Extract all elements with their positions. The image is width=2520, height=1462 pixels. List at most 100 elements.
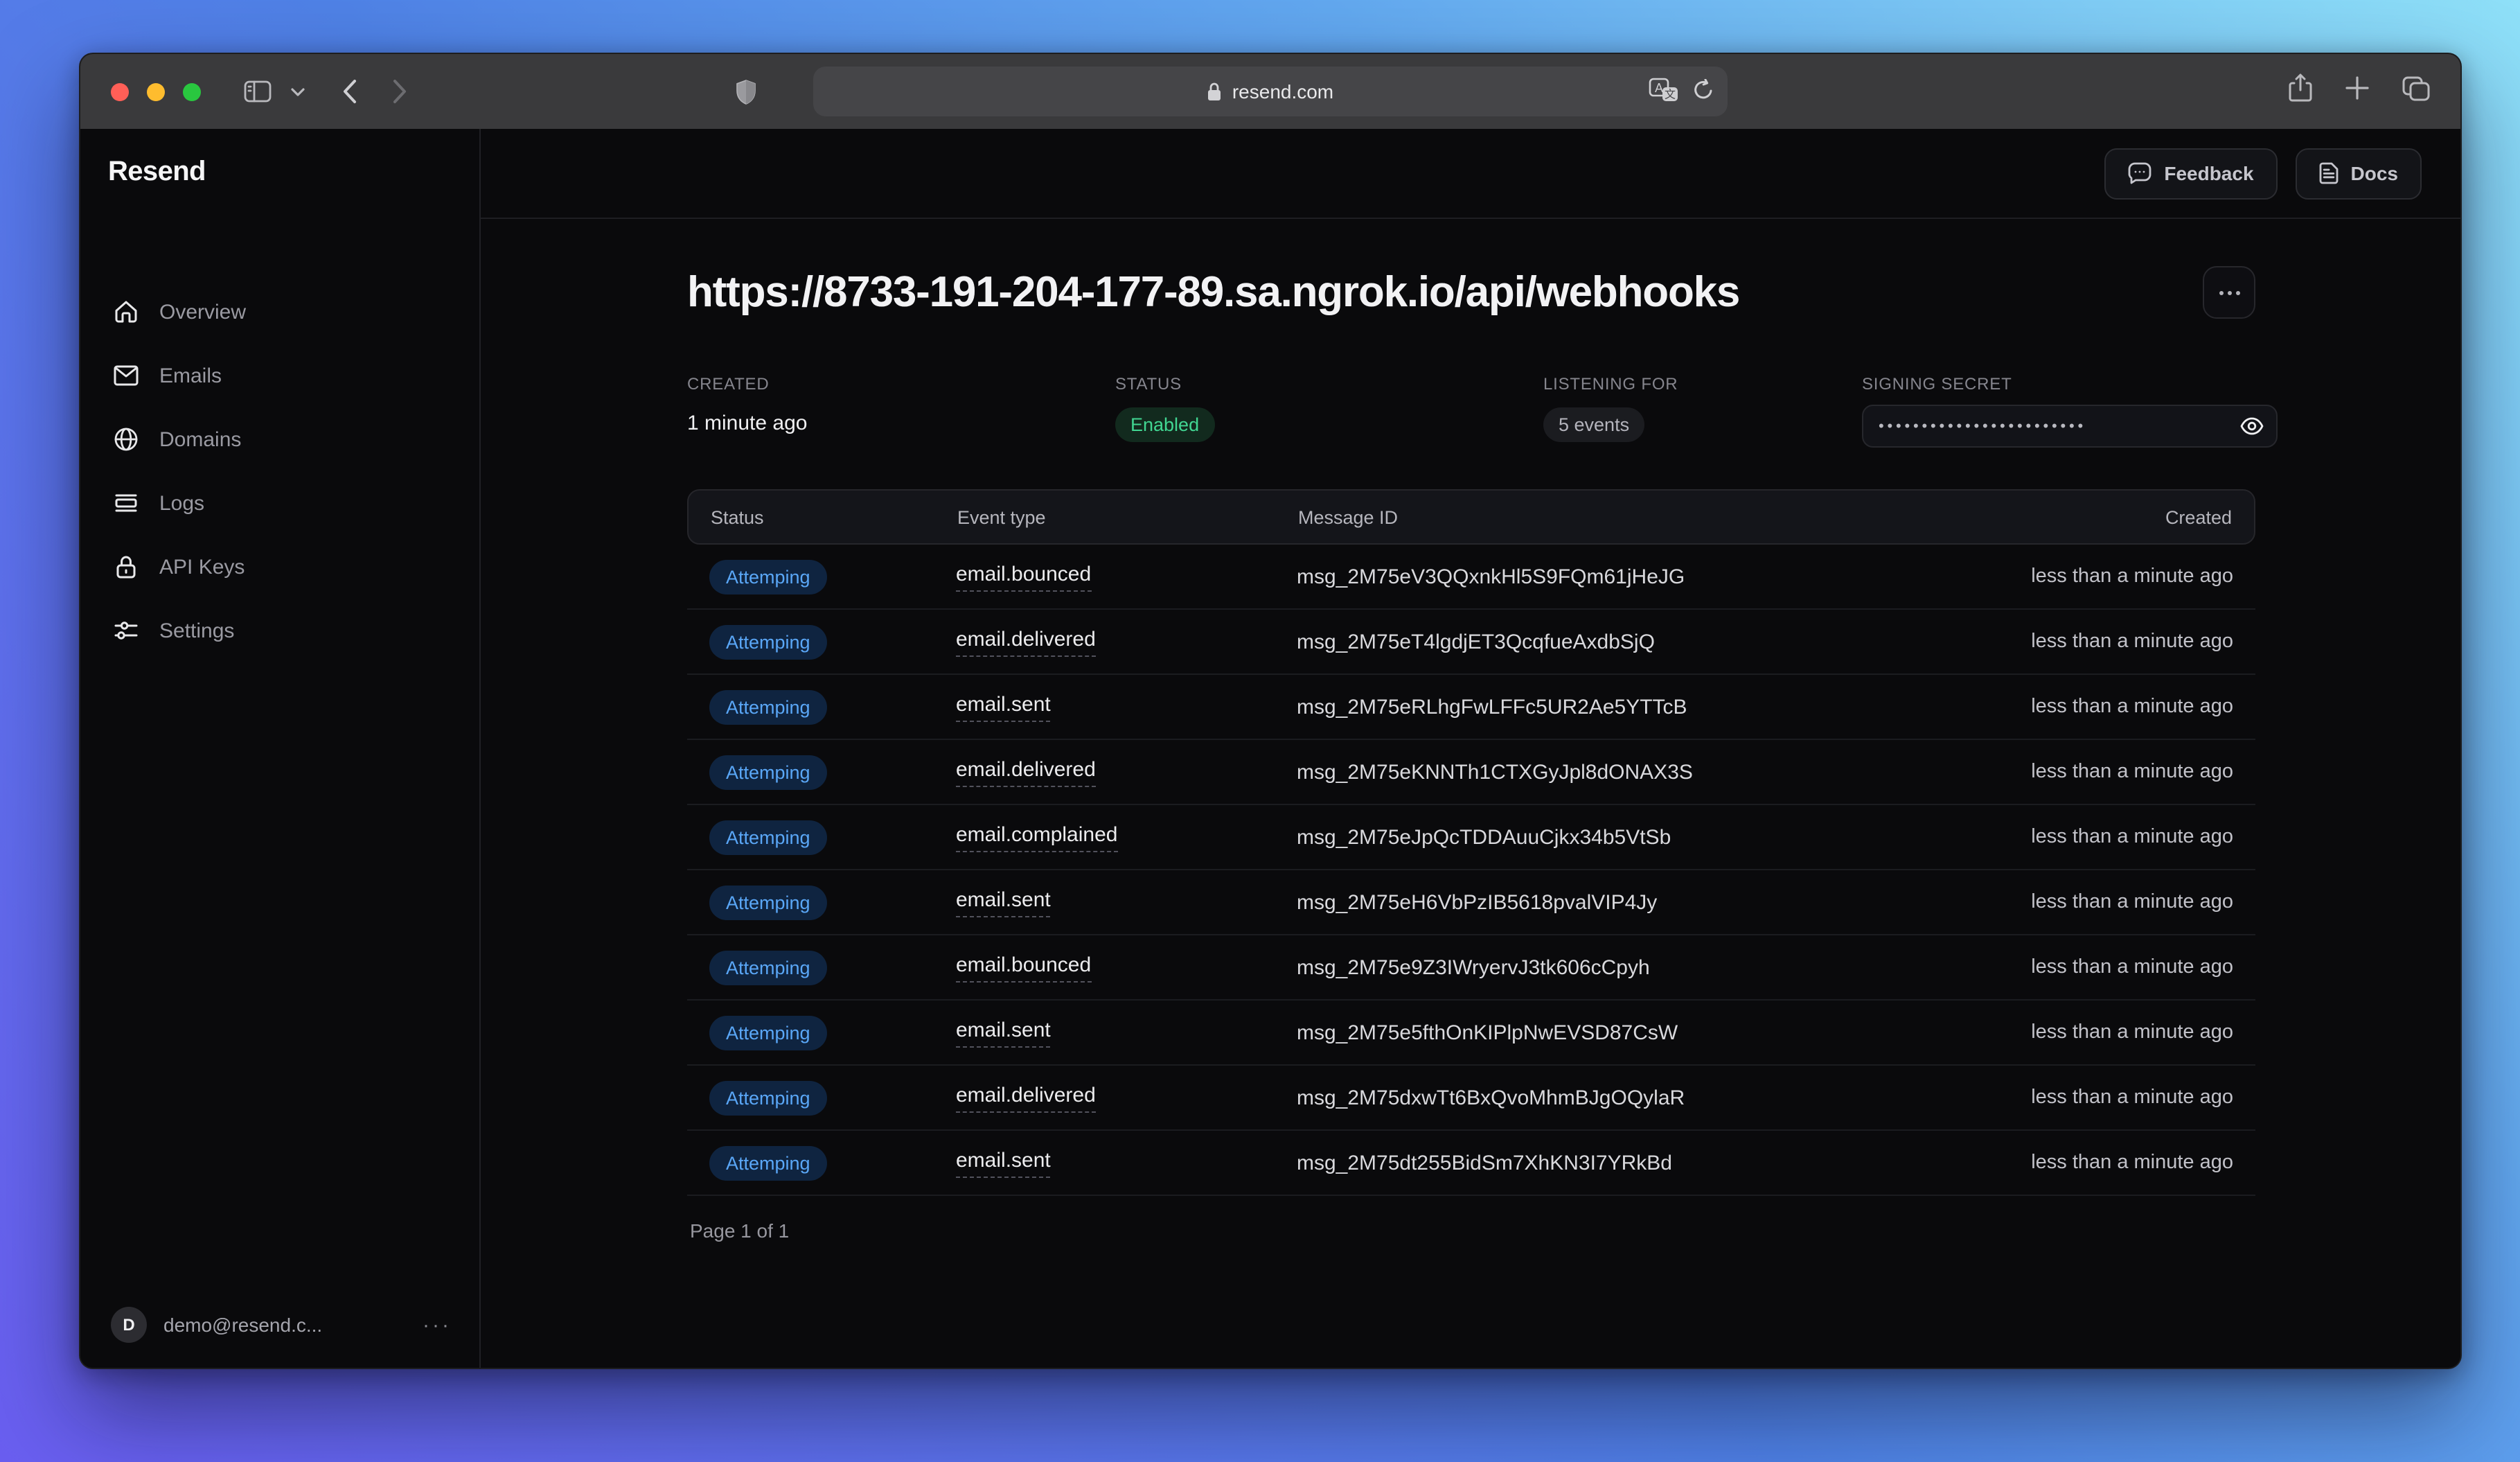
message-id: msg_2M75e5fthOnKIPlpNwEVSD87CsW (1297, 1021, 1915, 1044)
attempt-status-badge: Attemping (709, 950, 827, 985)
table-row[interactable]: Attemping email.sent msg_2M75eRLhgFwLFFc… (687, 675, 2255, 740)
col-created: Created (1913, 507, 2232, 527)
message-id: msg_2M75eT4lgdjET3QcqfueAxdbSjQ (1297, 630, 1915, 653)
table-row[interactable]: Attemping email.sent msg_2M75dt255BidSm7… (687, 1131, 2255, 1196)
sidebar-item-logs[interactable]: Logs (80, 471, 479, 535)
signing-secret-field[interactable]: •••••••••••••••••••••••• (1862, 405, 2278, 448)
attempt-status-badge: Attemping (709, 689, 827, 724)
sidebar-item-api-keys[interactable]: API Keys (80, 535, 479, 599)
attempt-status-badge: Attemping (709, 1080, 827, 1115)
event-type[interactable]: email.sent (956, 692, 1051, 721)
event-type[interactable]: email.delivered (956, 757, 1096, 786)
table-row[interactable]: Attemping email.bounced msg_2M75e9Z3IWry… (687, 935, 2255, 1001)
event-type[interactable]: email.sent (956, 888, 1051, 917)
home-icon (114, 299, 139, 324)
created-value: 1 minute ago (687, 412, 1115, 435)
lock-icon (1207, 82, 1223, 101)
table-row[interactable]: Attemping email.delivered msg_2M75eKNNTh… (687, 740, 2255, 805)
docs-button[interactable]: Docs (2296, 148, 2422, 199)
sidebar-item-emails[interactable]: Emails (80, 344, 479, 407)
account-menu[interactable]: D demo@resend.c... ··· (80, 1307, 479, 1343)
created-at: less than a minute ago (1915, 1152, 2233, 1174)
browser-titlebar: resend.com A 文 (80, 54, 2460, 129)
event-type[interactable]: email.sent (956, 1018, 1051, 1047)
event-type[interactable]: email.delivered (956, 1083, 1096, 1112)
message-id: msg_2M75eJpQcTDDAuuCjkx34b5VtSb (1297, 825, 1915, 849)
table-row[interactable]: Attemping email.delivered msg_2M75dxwTt6… (687, 1066, 2255, 1131)
docs-label: Docs (2351, 162, 2398, 184)
sidebar-item-settings[interactable]: Settings (80, 599, 479, 662)
meta-status: STATUS Enabled (1115, 374, 1543, 442)
share-icon[interactable] (2289, 73, 2312, 109)
table-row[interactable]: Attemping email.delivered msg_2M75eT4lgd… (687, 610, 2255, 675)
created-at: less than a minute ago (1915, 761, 2233, 783)
logs-icon (114, 491, 139, 516)
address-bar[interactable]: resend.com A 文 (813, 67, 1728, 116)
zoom-window-button[interactable] (183, 82, 201, 100)
message-id: msg_2M75eKNNTh1CTXGyJpl8dONAX3S (1297, 760, 1915, 784)
privacy-shield-icon[interactable] (725, 71, 766, 112)
webhook-options-button[interactable] (2203, 266, 2255, 319)
sidebar-item-overview[interactable]: Overview (80, 280, 479, 344)
events-table: Status Event type Message ID Created Att… (687, 489, 2255, 1265)
tab-overview-icon[interactable] (2402, 76, 2430, 107)
table-row[interactable]: Attemping email.bounced msg_2M75eV3QQxnk… (687, 545, 2255, 610)
reload-icon[interactable] (1693, 78, 1714, 105)
event-type[interactable]: email.complained (956, 822, 1117, 852)
feedback-button[interactable]: Feedback (2104, 148, 2277, 199)
meta-created: CREATED 1 minute ago (687, 374, 1115, 435)
feedback-label: Feedback (2164, 162, 2253, 184)
message-id: msg_2M75e9Z3IWryervJ3tk606cCpyh (1297, 955, 1915, 979)
attempt-status-badge: Attemping (709, 624, 827, 659)
meta-label: STATUS (1115, 374, 1543, 394)
table-row[interactable]: Attemping email.sent msg_2M75e5fthOnKIPl… (687, 1001, 2255, 1066)
attempt-status-badge: Attemping (709, 1015, 827, 1050)
sidebar-item-domains[interactable]: Domains (80, 407, 479, 471)
back-button[interactable] (328, 71, 370, 112)
translate-icon[interactable]: A 文 (1649, 77, 1679, 106)
message-id: msg_2M75dxwTt6BxQvoMhmBJgOQylaR (1297, 1086, 1915, 1109)
document-icon (2319, 162, 2339, 184)
meta-signing-secret: SIGNING SECRET •••••••••••••••••••••••• (1862, 374, 2278, 448)
close-window-button[interactable] (111, 82, 129, 100)
browser-window: resend.com A 文 (79, 53, 2462, 1369)
sidebar-item-label: Emails (159, 364, 222, 387)
svg-text:A: A (1655, 80, 1663, 94)
account-more-button[interactable]: ··· (423, 1313, 452, 1337)
feedback-bubble-icon (2128, 162, 2151, 184)
chevron-down-icon[interactable] (287, 71, 309, 112)
forward-button[interactable] (378, 71, 420, 112)
sidebar-item-label: API Keys (159, 555, 245, 579)
created-at: less than a minute ago (1915, 565, 2233, 588)
account-email: demo@resend.c... (163, 1314, 322, 1336)
sidebar-toggle-icon[interactable] (237, 71, 278, 112)
ellipsis-icon (2219, 290, 2239, 294)
event-type[interactable]: email.sent (956, 1148, 1051, 1177)
event-type[interactable]: email.bounced (956, 562, 1091, 591)
attempt-status-badge: Attemping (709, 1145, 827, 1180)
message-id: msg_2M75eRLhgFwLFFc5UR2Ae5YTTcB (1297, 695, 1915, 719)
minimize-window-button[interactable] (147, 82, 165, 100)
page-title: https://8733-191-204-177-89.sa.ngrok.io/… (687, 267, 1739, 317)
table-row[interactable]: Attemping email.complained msg_2M75eJpQc… (687, 805, 2255, 870)
sliders-icon (114, 618, 139, 643)
created-at: less than a minute ago (1915, 696, 2233, 718)
attempt-status-badge: Attemping (709, 885, 827, 919)
eye-icon (2240, 417, 2264, 435)
mail-icon (114, 363, 139, 388)
meta-label: SIGNING SECRET (1862, 374, 2278, 394)
event-type[interactable]: email.bounced (956, 953, 1091, 982)
new-tab-icon[interactable] (2345, 76, 2369, 107)
col-message-id: Message ID (1298, 507, 1913, 527)
events-count-badge[interactable]: 5 events (1543, 407, 1644, 442)
table-row[interactable]: Attemping email.sent msg_2M75eH6VbPzIB56… (687, 870, 2255, 935)
meta-label: CREATED (687, 374, 1115, 394)
webhook-detail-page: https://8733-191-204-177-89.sa.ngrok.io/… (481, 219, 2460, 1265)
event-type[interactable]: email.delivered (956, 627, 1096, 656)
sidebar-item-label: Domains (159, 428, 241, 451)
desktop: resend.com A 文 (0, 0, 2520, 1462)
message-id: msg_2M75dt255BidSm7XhKN3I7YRkBd (1297, 1151, 1915, 1174)
attempt-status-badge: Attemping (709, 755, 827, 789)
created-at: less than a minute ago (1915, 1021, 2233, 1043)
reveal-secret-button[interactable] (2240, 417, 2264, 435)
